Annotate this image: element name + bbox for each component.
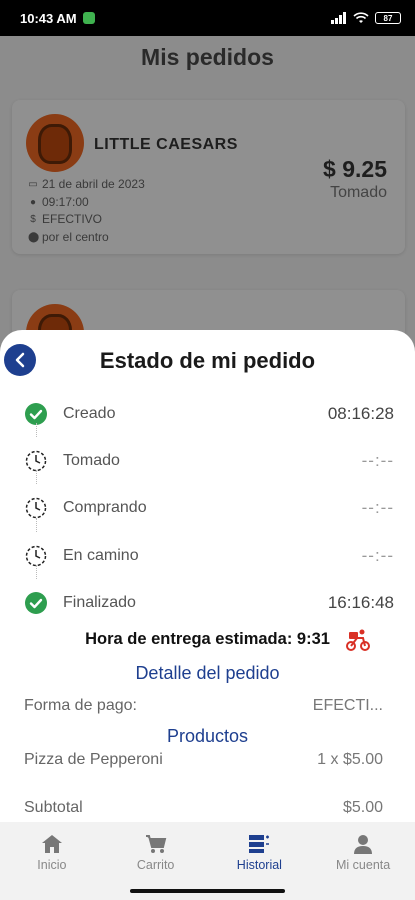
cart-icon [145, 835, 166, 853]
step-en-camino: En camino --:-- [24, 532, 394, 579]
payment-row: Forma de pago: EFECTI... [24, 697, 383, 715]
nav-carrito[interactable]: Carrito [104, 822, 208, 884]
notification-icon [82, 12, 95, 24]
nav-mi-cuenta[interactable]: Mi cuenta [311, 822, 415, 884]
store-logo [26, 114, 84, 172]
product-name: Pizza de Pepperoni [24, 751, 163, 768]
order-status-sheet: Estado de mi pedido Creado 08:16:28 Toma… [0, 330, 415, 900]
order-time: 09:17:00 [42, 194, 89, 209]
calendar-icon: ▭ [28, 179, 38, 190]
payment-label: Forma de pago: [24, 697, 137, 714]
wifi-icon [353, 12, 369, 23]
step-label: Finalizado [63, 593, 136, 611]
delivery-scooter-icon [346, 629, 370, 651]
order-location: por el centro [42, 229, 109, 244]
nav-label: Inicio [37, 858, 67, 872]
clock: 10:43 AM [20, 10, 77, 26]
clock-icon: ● [29, 196, 37, 208]
home-icon [41, 835, 62, 853]
account-icon [354, 835, 373, 854]
order-date: 21 de abril de 2023 [42, 177, 145, 191]
subtotal-row: Subtotal $5.00 [24, 799, 383, 817]
order-price: $ 9.25 [323, 156, 387, 182]
step-label: Comprando [63, 499, 147, 517]
step-time: 16:16:48 [327, 592, 394, 612]
step-label: Tomado [63, 451, 120, 469]
status-steps: Creado 08:16:28 Tomado --:-- Comprando -… [24, 390, 394, 626]
status-bar: 10:43 AM 87 [0, 0, 415, 36]
nav-inicio[interactable]: Inicio [0, 822, 104, 884]
dollar-icon: $ [30, 214, 36, 225]
order-payment: EFECTIVO [42, 212, 103, 226]
subtotal-label: Subtotal [24, 799, 83, 816]
battery-icon: 87 [375, 12, 401, 24]
product-row: Pizza de Pepperoni 1 x $5.00 [24, 751, 383, 769]
nav-label: Carrito [136, 858, 175, 872]
order-detail-link[interactable]: Detalle del pedido [0, 663, 415, 684]
nav-label: Historial [236, 858, 282, 872]
nav-label: Mi cuenta [336, 858, 391, 872]
order-meta: ▭ 21 de abril de 2023 ● 09:17:00 $ EFECTIVO… [28, 176, 145, 246]
step-time: --:-- [361, 545, 394, 565]
home-indicator[interactable] [130, 889, 285, 893]
step-finalizado: Finalizado 16:16:48 [24, 579, 394, 626]
step-creado: Creado 08:16:28 [24, 390, 394, 437]
location-pin-icon: ⬤ [28, 231, 40, 243]
step-time: --:-- [361, 498, 394, 518]
nav-historial[interactable]: Historial [208, 822, 312, 884]
signal-icon [331, 12, 346, 24]
step-label: En camino [63, 546, 139, 564]
check-circle-icon [24, 591, 48, 615]
step-time: --:-- [361, 450, 394, 470]
page-title: Mis pedidos [141, 44, 274, 70]
subtotal-value: $5.00 [342, 799, 383, 816]
bottom-nav: Inicio Carrito Historial Mi cuenta [0, 822, 415, 884]
step-tomado: Tomado --:-- [24, 437, 394, 485]
step-label: Creado [63, 404, 116, 422]
products-link[interactable]: Productos [0, 726, 415, 747]
product-quantity-price: 1 x $5.00 [317, 751, 383, 768]
step-time: 08:16:28 [327, 403, 394, 423]
sheet-title: Estado de mi pedido [99, 348, 316, 373]
step-comprando: Comprando --:-- [24, 485, 394, 532]
history-icon [249, 835, 270, 853]
payment-value: EFECTI... [312, 697, 383, 714]
order-status: Tomado [330, 184, 387, 201]
store-name: LITTLE CAESARS [94, 136, 238, 153]
order-card[interactable]: LITTLE CAESARS ▭ 21 de abril de 2023 ● 09:… [12, 100, 405, 254]
